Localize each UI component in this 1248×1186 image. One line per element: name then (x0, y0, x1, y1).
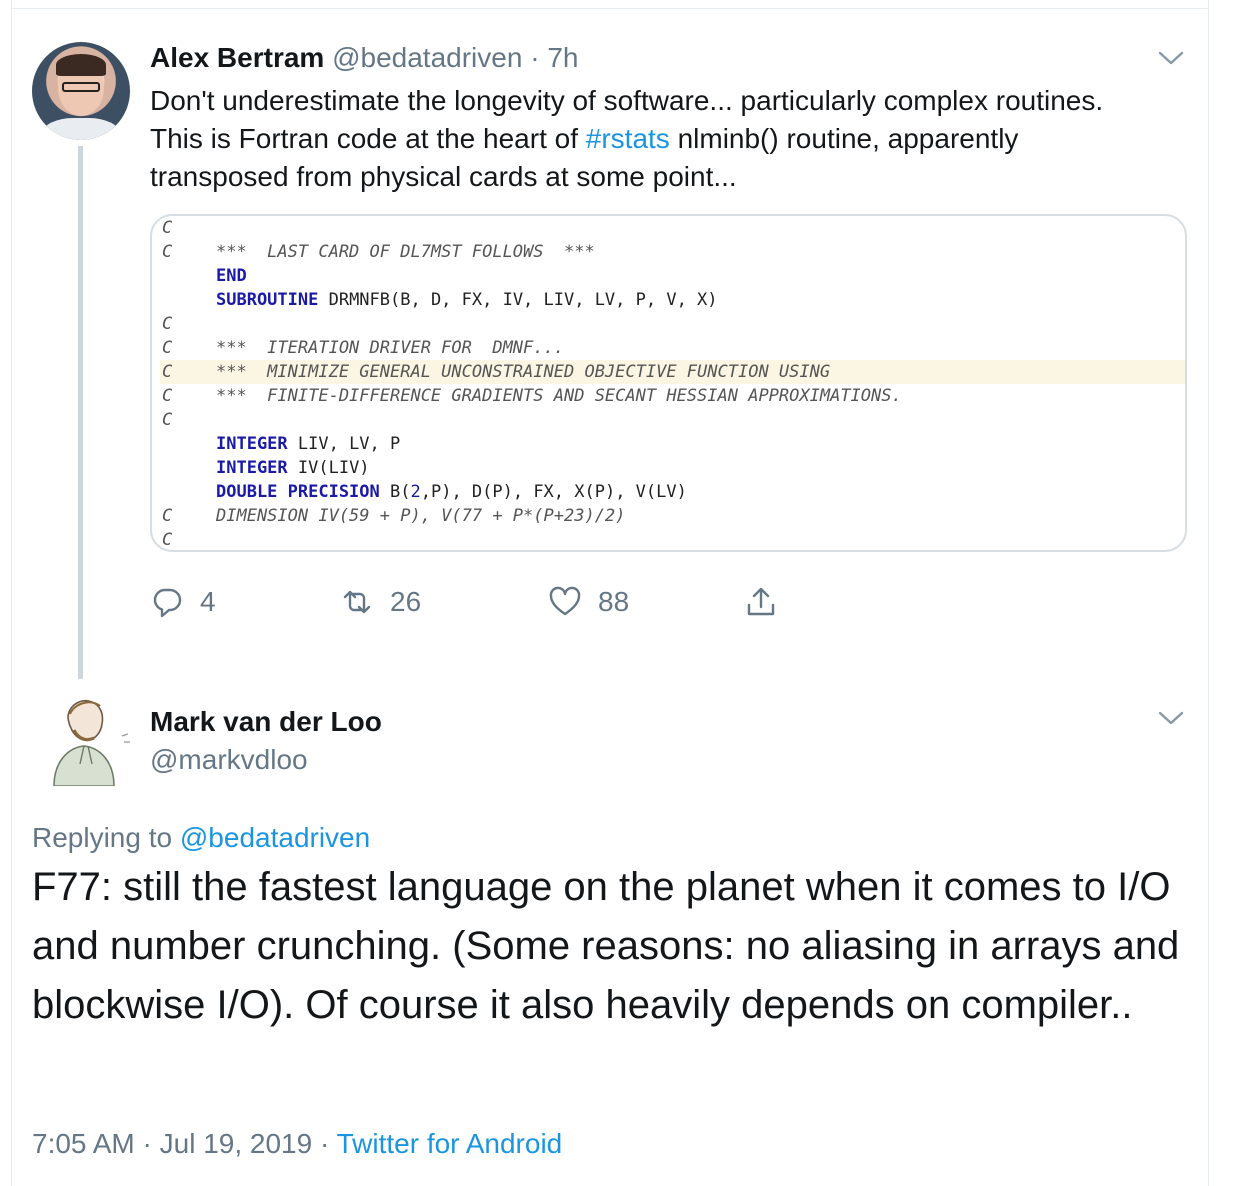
code-text: *** ITERATION DRIVER FOR DMNF... (216, 338, 564, 358)
code-gutter: C (162, 386, 173, 406)
code-text: INTEGER IV(LIV) (216, 458, 370, 478)
code-text: END (216, 266, 247, 286)
avatar-mark-van-der-loo[interactable] (40, 686, 138, 787)
code-gutter: C (162, 362, 173, 382)
code-line: INTEGER IV(LIV) (160, 456, 1185, 480)
code-line: INTEGER LIV, LV, P (160, 432, 1185, 456)
code-line: C *** LAST CARD OF DL7MST FOLLOWS *** (160, 240, 1185, 264)
author-handle[interactable]: @bedatadriven (332, 42, 522, 73)
chevron-down-icon[interactable] (1156, 48, 1186, 68)
code-gutter: C (162, 530, 173, 550)
retweet-count: 26 (390, 586, 422, 617)
code-line: C *** ITERATION DRIVER FOR DMNF... (160, 336, 1185, 360)
code-gutter: C (162, 314, 173, 334)
code-line: C (160, 312, 1185, 336)
code-text: *** MINIMIZE GENERAL UNCONSTRAINED OBJEC… (216, 362, 831, 382)
code-text: DOUBLE PRECISION B(2,P), D(P), FX, X(P),… (216, 482, 687, 502)
code-lines: C C *** LAST CARD OF DL7MST FOLLOWS *** END… (160, 216, 1185, 550)
code-line: C DIMENSION IV(59 + P), V(77 + P*(P+23)/2… (160, 504, 1185, 528)
like-count: 88 (598, 586, 630, 617)
tweet-source-link[interactable]: Twitter for Android (337, 1128, 563, 1159)
reply-button[interactable]: 4 (150, 580, 216, 624)
code-text: INTEGER LIV, LV, P (216, 434, 401, 454)
avatar-alex-bertram[interactable] (32, 42, 130, 140)
code-gutter: C (162, 218, 173, 238)
code-gutter: C (162, 410, 173, 430)
like-button[interactable]: 88 (548, 580, 629, 624)
thread-connector-line (78, 146, 83, 679)
replying-to-link[interactable]: @bedatadriven (180, 822, 370, 853)
code-text: *** LAST CARD OF DL7MST FOLLOWS *** (216, 242, 595, 262)
code-text: SUBROUTINE DRMNFB(B, D, FX, IV, LIV, LV,… (216, 290, 718, 310)
retweet-icon (340, 585, 374, 619)
heart-icon (548, 585, 582, 619)
tweet-time[interactable]: 7h (547, 42, 578, 73)
reply-count: 4 (200, 586, 216, 617)
code-line: C (160, 216, 1185, 240)
code-line: C *** MINIMIZE GENERAL UNCONSTRAINED OBJE… (160, 360, 1185, 384)
code-line: C (160, 528, 1185, 550)
replying-to-line: Replying to @bedatadriven (32, 820, 370, 856)
parent-tweet-header: Alex Bertram @bedatadriven · 7h (150, 40, 578, 76)
code-gutter: C (162, 338, 173, 358)
header-separator: · (530, 42, 540, 73)
reply-tweet-text: F77: still the fastest language on the p… (32, 865, 1180, 1027)
code-line: DOUBLE PRECISION B(2,P), D(P), FX, X(P),… (160, 480, 1185, 504)
reply-author-name[interactable]: Mark van der Loo (150, 704, 382, 740)
share-icon (744, 585, 778, 619)
reply-author-handle[interactable]: @markvdloo (150, 742, 308, 778)
chevron-down-icon[interactable] (1156, 708, 1186, 728)
code-line: SUBROUTINE DRMNFB(B, D, FX, IV, LIV, LV,… (160, 288, 1185, 312)
replying-label: Replying to (32, 822, 173, 853)
tweet-date[interactable]: Jul 19, 2019 (160, 1128, 313, 1159)
code-gutter: C (162, 506, 173, 526)
reply-icon (150, 585, 184, 619)
code-text: DIMENSION IV(59 + P), V(77 + P*(P+23)/2) (216, 506, 626, 526)
code-screenshot-image[interactable]: C C *** LAST CARD OF DL7MST FOLLOWS *** END… (150, 214, 1187, 552)
code-line: END (160, 264, 1185, 288)
top-divider (11, 8, 1209, 9)
parent-tweet-text: Don't underestimate the longevity of sof… (150, 82, 1130, 196)
share-button[interactable] (744, 580, 778, 624)
code-text: *** FINITE-DIFFERENCE GRADIENTS AND SECA… (216, 386, 902, 406)
tweet-timestamp[interactable]: 7:05 AM (32, 1128, 135, 1159)
tweet-meta: 7:05 AM · Jul 19, 2019 · Twitter for And… (32, 1126, 562, 1162)
meta-separator: · (142, 1128, 152, 1159)
code-line: C (160, 408, 1185, 432)
code-line: C *** FINITE-DIFFERENCE GRADIENTS AND SEC… (160, 384, 1185, 408)
author-name[interactable]: Alex Bertram (150, 42, 324, 73)
meta-separator: · (319, 1128, 330, 1159)
retweet-button[interactable]: 26 (340, 580, 421, 624)
hashtag-link[interactable]: #rstats (586, 123, 670, 154)
code-gutter: C (162, 242, 173, 262)
